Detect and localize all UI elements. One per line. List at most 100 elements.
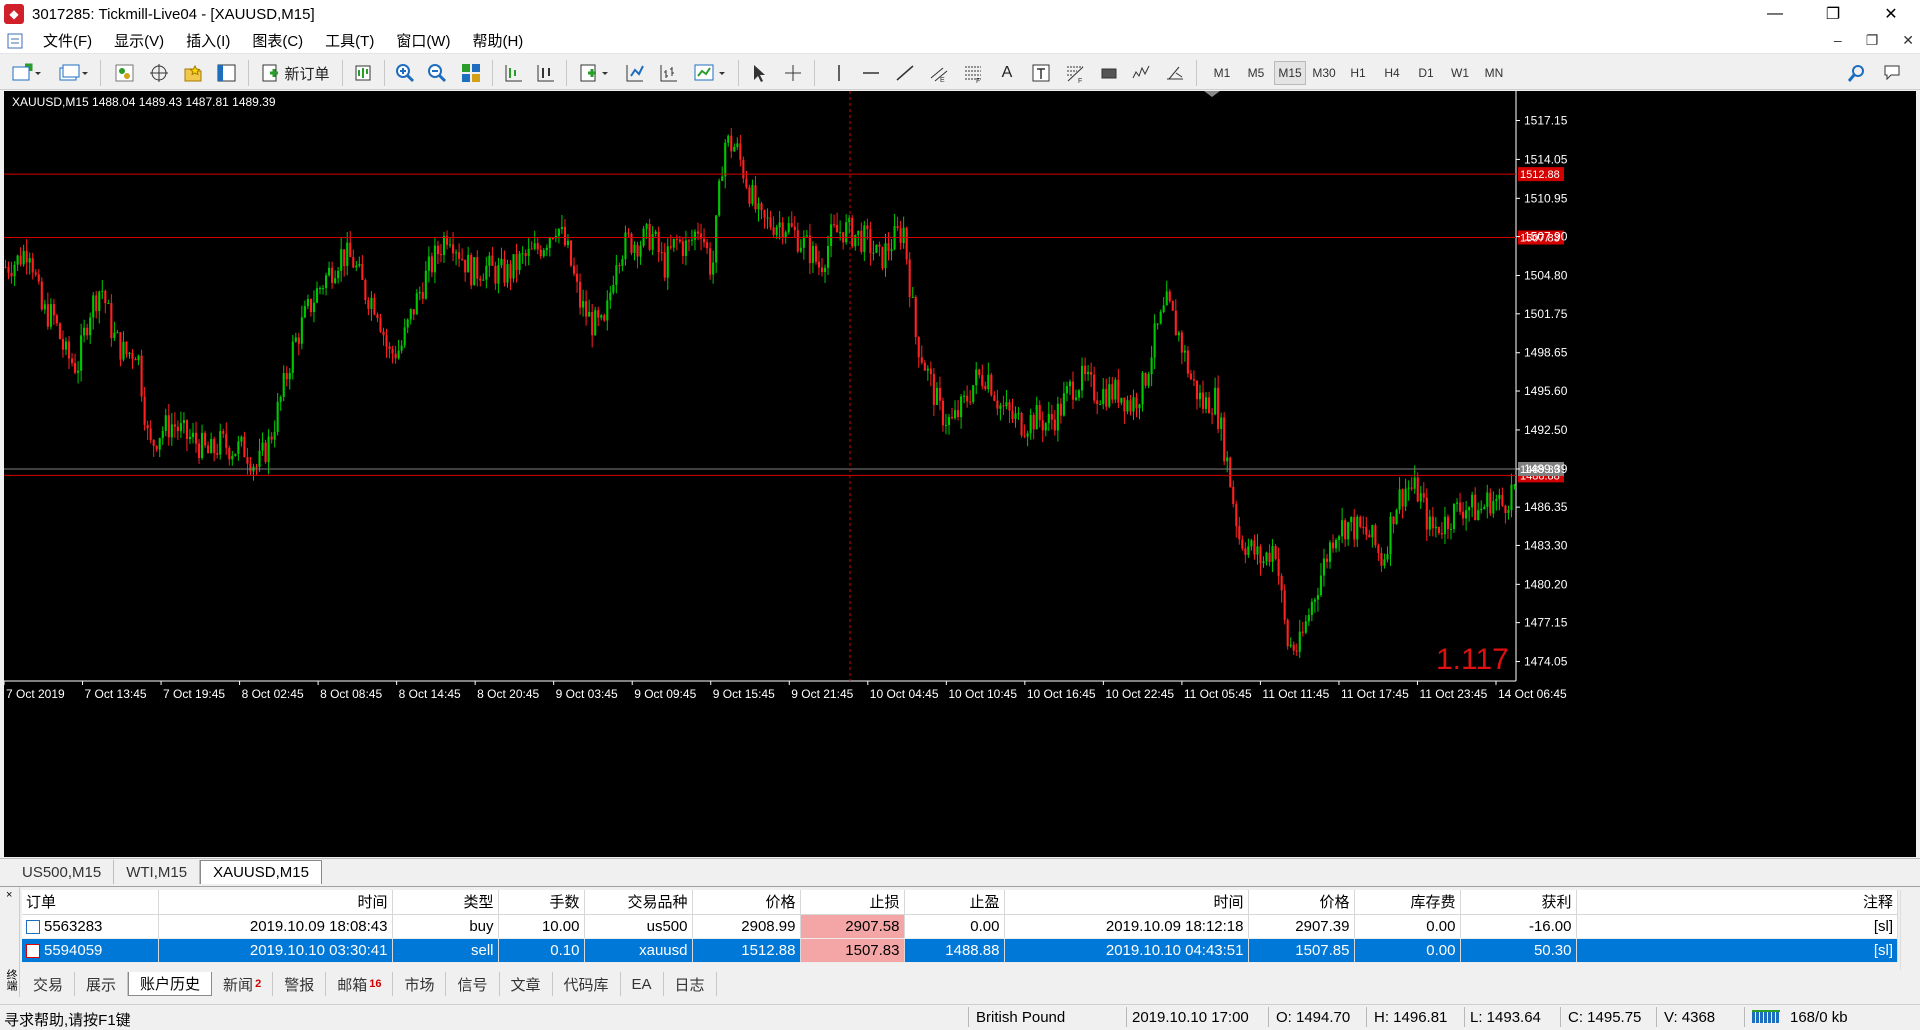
tab-account-history[interactable]: 账户历史 [128,972,213,996]
col-open-time[interactable]: 时间 [158,890,393,915]
table-row[interactable]: 5594059 2019.10.10 03:30:41 sell 0.10 xa… [22,938,1898,963]
x-tick-label: 11 Oct 11:45 [1262,687,1329,701]
fibonacci-icon[interactable]: F [960,60,986,86]
document-icon[interactable] [4,31,26,51]
zoom-in-icon[interactable] [392,60,418,86]
new-order-button[interactable]: 新订单 [256,60,334,86]
auto-scroll-icon[interactable] [532,60,558,86]
timeframe-mn[interactable]: MN [1478,61,1510,85]
trendline-icon[interactable] [892,60,918,86]
col-symbol[interactable]: 交易品种 [584,890,693,915]
tab-mailbox[interactable]: 邮箱 16 [326,972,394,996]
navigator-icon[interactable] [146,60,172,86]
favorites-icon[interactable] [180,60,206,86]
cursor-icon[interactable] [746,60,772,86]
terminal-close-icon[interactable]: × [6,889,12,901]
timeframe-h1[interactable]: H1 [1342,61,1374,85]
mdi-minimize-button[interactable]: – [1834,32,1842,49]
vertical-line-icon[interactable] [826,60,852,86]
indicators-icon[interactable] [576,60,612,86]
candle-body [1350,516,1353,523]
menu-help[interactable]: 帮助(H) [461,30,534,51]
tab-journal[interactable]: 日志 [664,972,717,996]
table-scrollbar[interactable] [1900,890,1916,970]
col-lots[interactable]: 手数 [498,890,585,915]
tab-experts[interactable]: EA [621,972,664,996]
chat-icon[interactable] [1880,60,1906,86]
col-comment[interactable]: 注释 [1576,890,1898,915]
elliott-wave-icon[interactable] [1128,60,1154,86]
bar-chart-icon[interactable] [656,60,682,86]
menu-tools[interactable]: 工具(T) [314,30,385,51]
templates-icon[interactable] [690,60,730,86]
col-close-time[interactable]: 时间 [1004,890,1249,915]
table-row[interactable]: 5563283 2019.10.09 18:08:43 buy 10.00 us… [22,914,1898,939]
col-tp[interactable]: 止盈 [904,890,1005,915]
close-button[interactable]: ✕ [1862,0,1920,28]
market-watch-icon[interactable] [112,60,138,86]
tab-code-base[interactable]: 代码库 [553,972,621,996]
chart-tab-us500[interactable]: US500,M15 [10,860,115,884]
price-chart[interactable]: 1512.88 1507.83 1488.88 1489.39 1517.15 1514.… [4,91,1916,857]
rectangle-icon[interactable] [1096,60,1122,86]
tab-market[interactable]: 市场 [393,972,447,996]
equidistant-channel-icon[interactable]: E [926,60,952,86]
data-window-icon[interactable] [214,60,240,86]
col-profit[interactable]: 获利 [1460,890,1577,915]
tab-trade[interactable]: 交易 [22,972,76,996]
mdi-restore-button[interactable]: ❐ [1866,32,1879,49]
timeframe-d1[interactable]: D1 [1410,61,1442,85]
col-close-price[interactable]: 价格 [1248,890,1355,915]
search-icon[interactable] [1844,60,1870,86]
autotrading-icon[interactable] [350,60,376,86]
tab-signals[interactable]: 信号 [446,972,500,996]
timeframe-m1[interactable]: M1 [1206,61,1238,85]
timeframe-m5[interactable]: M5 [1240,61,1272,85]
x-tick-label: 11 Oct 05:45 [1184,687,1252,701]
menu-charts[interactable]: 图表(C) [241,30,314,51]
text-label-icon[interactable] [1028,60,1054,86]
chart-tab-wti[interactable]: WTI,M15 [114,860,201,884]
tab-alerts[interactable]: 警报 [273,972,327,996]
period-separator-icon[interactable] [622,60,648,86]
timeframe-m15[interactable]: M15 [1274,61,1306,85]
minimize-button[interactable]: — [1746,0,1804,28]
tab-articles[interactable]: 文章 [500,972,553,996]
col-sl[interactable]: 止损 [800,890,905,915]
candle-body [300,317,303,344]
timeframe-h4[interactable]: H4 [1376,61,1408,85]
profit: -16.00 [1460,914,1577,939]
menu-file[interactable]: 文件(F) [32,30,103,51]
fibo-fan-icon[interactable]: F [1062,60,1088,86]
status-profile[interactable]: British Pound [976,1009,1065,1026]
col-open-price[interactable]: 价格 [692,890,801,915]
timeframe-m30[interactable]: M30 [1308,61,1340,85]
mdi-close-button[interactable]: ✕ [1902,32,1914,49]
tab-exposure[interactable]: 展示 [75,972,129,996]
horizontal-line-icon[interactable] [858,60,884,86]
candle-body [1138,404,1141,409]
profiles-icon[interactable] [54,60,92,86]
chart-tab-xauusd[interactable]: XAUUSD,M15 [200,860,322,884]
candle-body [1425,497,1428,530]
chart-shift-icon[interactable] [500,60,526,86]
zoom-out-icon[interactable] [424,60,450,86]
tile-windows-icon[interactable] [458,60,484,86]
restore-button[interactable]: ❐ [1804,0,1862,28]
candle-body [61,338,65,350]
menu-window[interactable]: 窗口(W) [385,30,461,51]
col-swap[interactable]: 库存费 [1354,890,1461,915]
text-icon[interactable]: A [994,60,1020,86]
menu-view[interactable]: 显示(V) [103,30,175,51]
new-chart-icon[interactable] [8,60,44,86]
timeframe-w1[interactable]: W1 [1444,61,1476,85]
crosshair-icon[interactable] [780,60,806,86]
arrows-icon[interactable] [1162,60,1188,86]
candle-body [1214,387,1217,415]
candlestick-chart[interactable]: 1512.881507.831488.881489.391517.151514.… [4,91,1916,857]
candle-body [409,309,412,320]
menu-insert[interactable]: 插入(I) [175,30,241,51]
col-type[interactable]: 类型 [392,890,499,915]
col-ticket[interactable]: 订单 [22,890,159,915]
tab-news[interactable]: 新闻 2 [212,972,274,996]
